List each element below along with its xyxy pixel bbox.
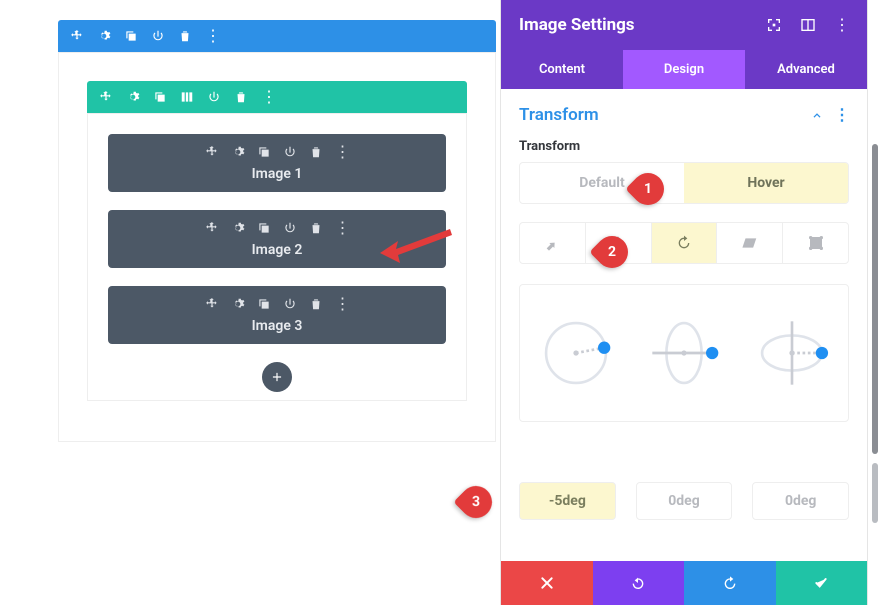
move-icon[interactable] bbox=[99, 90, 113, 104]
redo-button[interactable] bbox=[684, 561, 776, 605]
state-toggle: Default Hover bbox=[519, 162, 849, 204]
gear-icon[interactable] bbox=[97, 29, 111, 43]
panel-header: Image Settings ⋮ bbox=[501, 0, 867, 50]
undo-button[interactable] bbox=[593, 561, 685, 605]
section-toolbar[interactable]: ⋮ bbox=[58, 20, 496, 52]
move-icon[interactable] bbox=[205, 221, 219, 235]
module-label: Image 3 bbox=[122, 318, 432, 334]
transform-scale-button[interactable] bbox=[520, 223, 585, 263]
chevron-up-icon[interactable] bbox=[810, 108, 824, 122]
power-icon[interactable] bbox=[283, 145, 297, 159]
rotation-values: -5deg 0deg 0deg bbox=[519, 482, 849, 520]
module-image-2[interactable]: ⋮ Image 2 bbox=[108, 210, 446, 268]
transform-type-row bbox=[519, 222, 849, 264]
rotate-icon bbox=[676, 235, 692, 251]
trash-icon[interactable] bbox=[234, 90, 248, 104]
power-icon[interactable] bbox=[151, 29, 165, 43]
row-toolbar[interactable]: ⋮ bbox=[87, 81, 467, 113]
callout-3: 3 bbox=[460, 486, 492, 518]
row-body: ⋮ Image 1 ⋮ Image 2 bbox=[87, 113, 467, 401]
power-icon[interactable] bbox=[283, 221, 297, 235]
section-body: ⋮ ⋮ Image 1 bbox=[58, 52, 496, 442]
settings-panel: Image Settings ⋮ Content Design Advanced… bbox=[500, 0, 868, 605]
more-icon[interactable]: ⋮ bbox=[261, 89, 276, 105]
state-default[interactable]: Default bbox=[520, 163, 684, 203]
move-icon[interactable] bbox=[205, 145, 219, 159]
state-hover[interactable]: Hover bbox=[684, 163, 848, 203]
check-icon bbox=[813, 575, 829, 591]
gear-icon[interactable] bbox=[231, 297, 245, 311]
tab-design[interactable]: Design bbox=[623, 50, 745, 89]
add-module-button[interactable] bbox=[262, 362, 292, 392]
value-z[interactable]: -5deg bbox=[519, 482, 616, 520]
move-icon[interactable] bbox=[205, 297, 219, 311]
trash-icon[interactable] bbox=[309, 297, 323, 311]
trash-icon[interactable] bbox=[309, 145, 323, 159]
more-icon[interactable]: ⋮ bbox=[335, 220, 350, 236]
transform-rotate-button[interactable] bbox=[651, 223, 717, 263]
more-icon[interactable]: ⋮ bbox=[335, 296, 350, 312]
panel-body: Transform ⋮ Transform Default Hover bbox=[501, 89, 867, 561]
value-y[interactable]: 0deg bbox=[752, 482, 849, 520]
module-label: Image 1 bbox=[122, 166, 432, 182]
tab-content[interactable]: Content bbox=[501, 50, 623, 89]
more-icon[interactable]: ⋮ bbox=[834, 17, 849, 33]
skew-icon bbox=[742, 235, 758, 251]
expand-icon[interactable] bbox=[800, 17, 816, 33]
panel-title: Image Settings bbox=[519, 15, 635, 35]
gear-icon[interactable] bbox=[231, 145, 245, 159]
move-icon[interactable] bbox=[70, 29, 84, 43]
origin-icon bbox=[808, 235, 824, 251]
gear-icon[interactable] bbox=[126, 90, 140, 104]
tab-advanced[interactable]: Advanced bbox=[745, 50, 867, 89]
module-image-3[interactable]: ⋮ Image 3 bbox=[108, 286, 446, 344]
dial-x[interactable] bbox=[640, 309, 728, 397]
more-icon[interactable]: ⋮ bbox=[335, 144, 350, 160]
plus-icon bbox=[270, 370, 284, 384]
rotation-dials bbox=[519, 284, 849, 422]
power-icon[interactable] bbox=[207, 90, 221, 104]
module-image-1[interactable]: ⋮ Image 1 bbox=[108, 134, 446, 192]
duplicate-icon[interactable] bbox=[257, 145, 271, 159]
transform-skew-button[interactable] bbox=[716, 223, 782, 263]
translate-icon bbox=[610, 235, 626, 251]
cancel-button[interactable] bbox=[501, 561, 593, 605]
columns-icon[interactable] bbox=[180, 90, 194, 104]
power-icon[interactable] bbox=[283, 297, 297, 311]
duplicate-icon[interactable] bbox=[257, 297, 271, 311]
transform-origin-button[interactable] bbox=[782, 223, 848, 263]
dial-y[interactable] bbox=[748, 309, 836, 397]
duplicate-icon[interactable] bbox=[124, 29, 138, 43]
section-title[interactable]: Transform bbox=[519, 105, 599, 125]
field-label: Transform bbox=[519, 139, 849, 154]
close-icon bbox=[539, 575, 555, 591]
trash-icon[interactable] bbox=[309, 221, 323, 235]
panel-tabs: Content Design Advanced bbox=[501, 50, 867, 89]
panel-footer bbox=[501, 561, 867, 605]
value-x[interactable]: 0deg bbox=[636, 482, 733, 520]
scrollbar[interactable] bbox=[872, 144, 878, 454]
trash-icon[interactable] bbox=[178, 29, 192, 43]
undo-icon bbox=[630, 575, 646, 591]
module-label: Image 2 bbox=[122, 242, 432, 258]
dial-z[interactable] bbox=[532, 309, 620, 397]
scale-icon bbox=[544, 235, 560, 251]
confirm-button[interactable] bbox=[776, 561, 868, 605]
more-icon[interactable]: ⋮ bbox=[834, 107, 849, 123]
scrollbar[interactable] bbox=[872, 463, 878, 523]
duplicate-icon[interactable] bbox=[153, 90, 167, 104]
duplicate-icon[interactable] bbox=[257, 221, 271, 235]
focus-icon[interactable] bbox=[766, 17, 782, 33]
redo-icon bbox=[722, 575, 738, 591]
gear-icon[interactable] bbox=[231, 221, 245, 235]
more-icon[interactable]: ⋮ bbox=[205, 28, 220, 44]
transform-translate-button[interactable] bbox=[585, 223, 651, 263]
